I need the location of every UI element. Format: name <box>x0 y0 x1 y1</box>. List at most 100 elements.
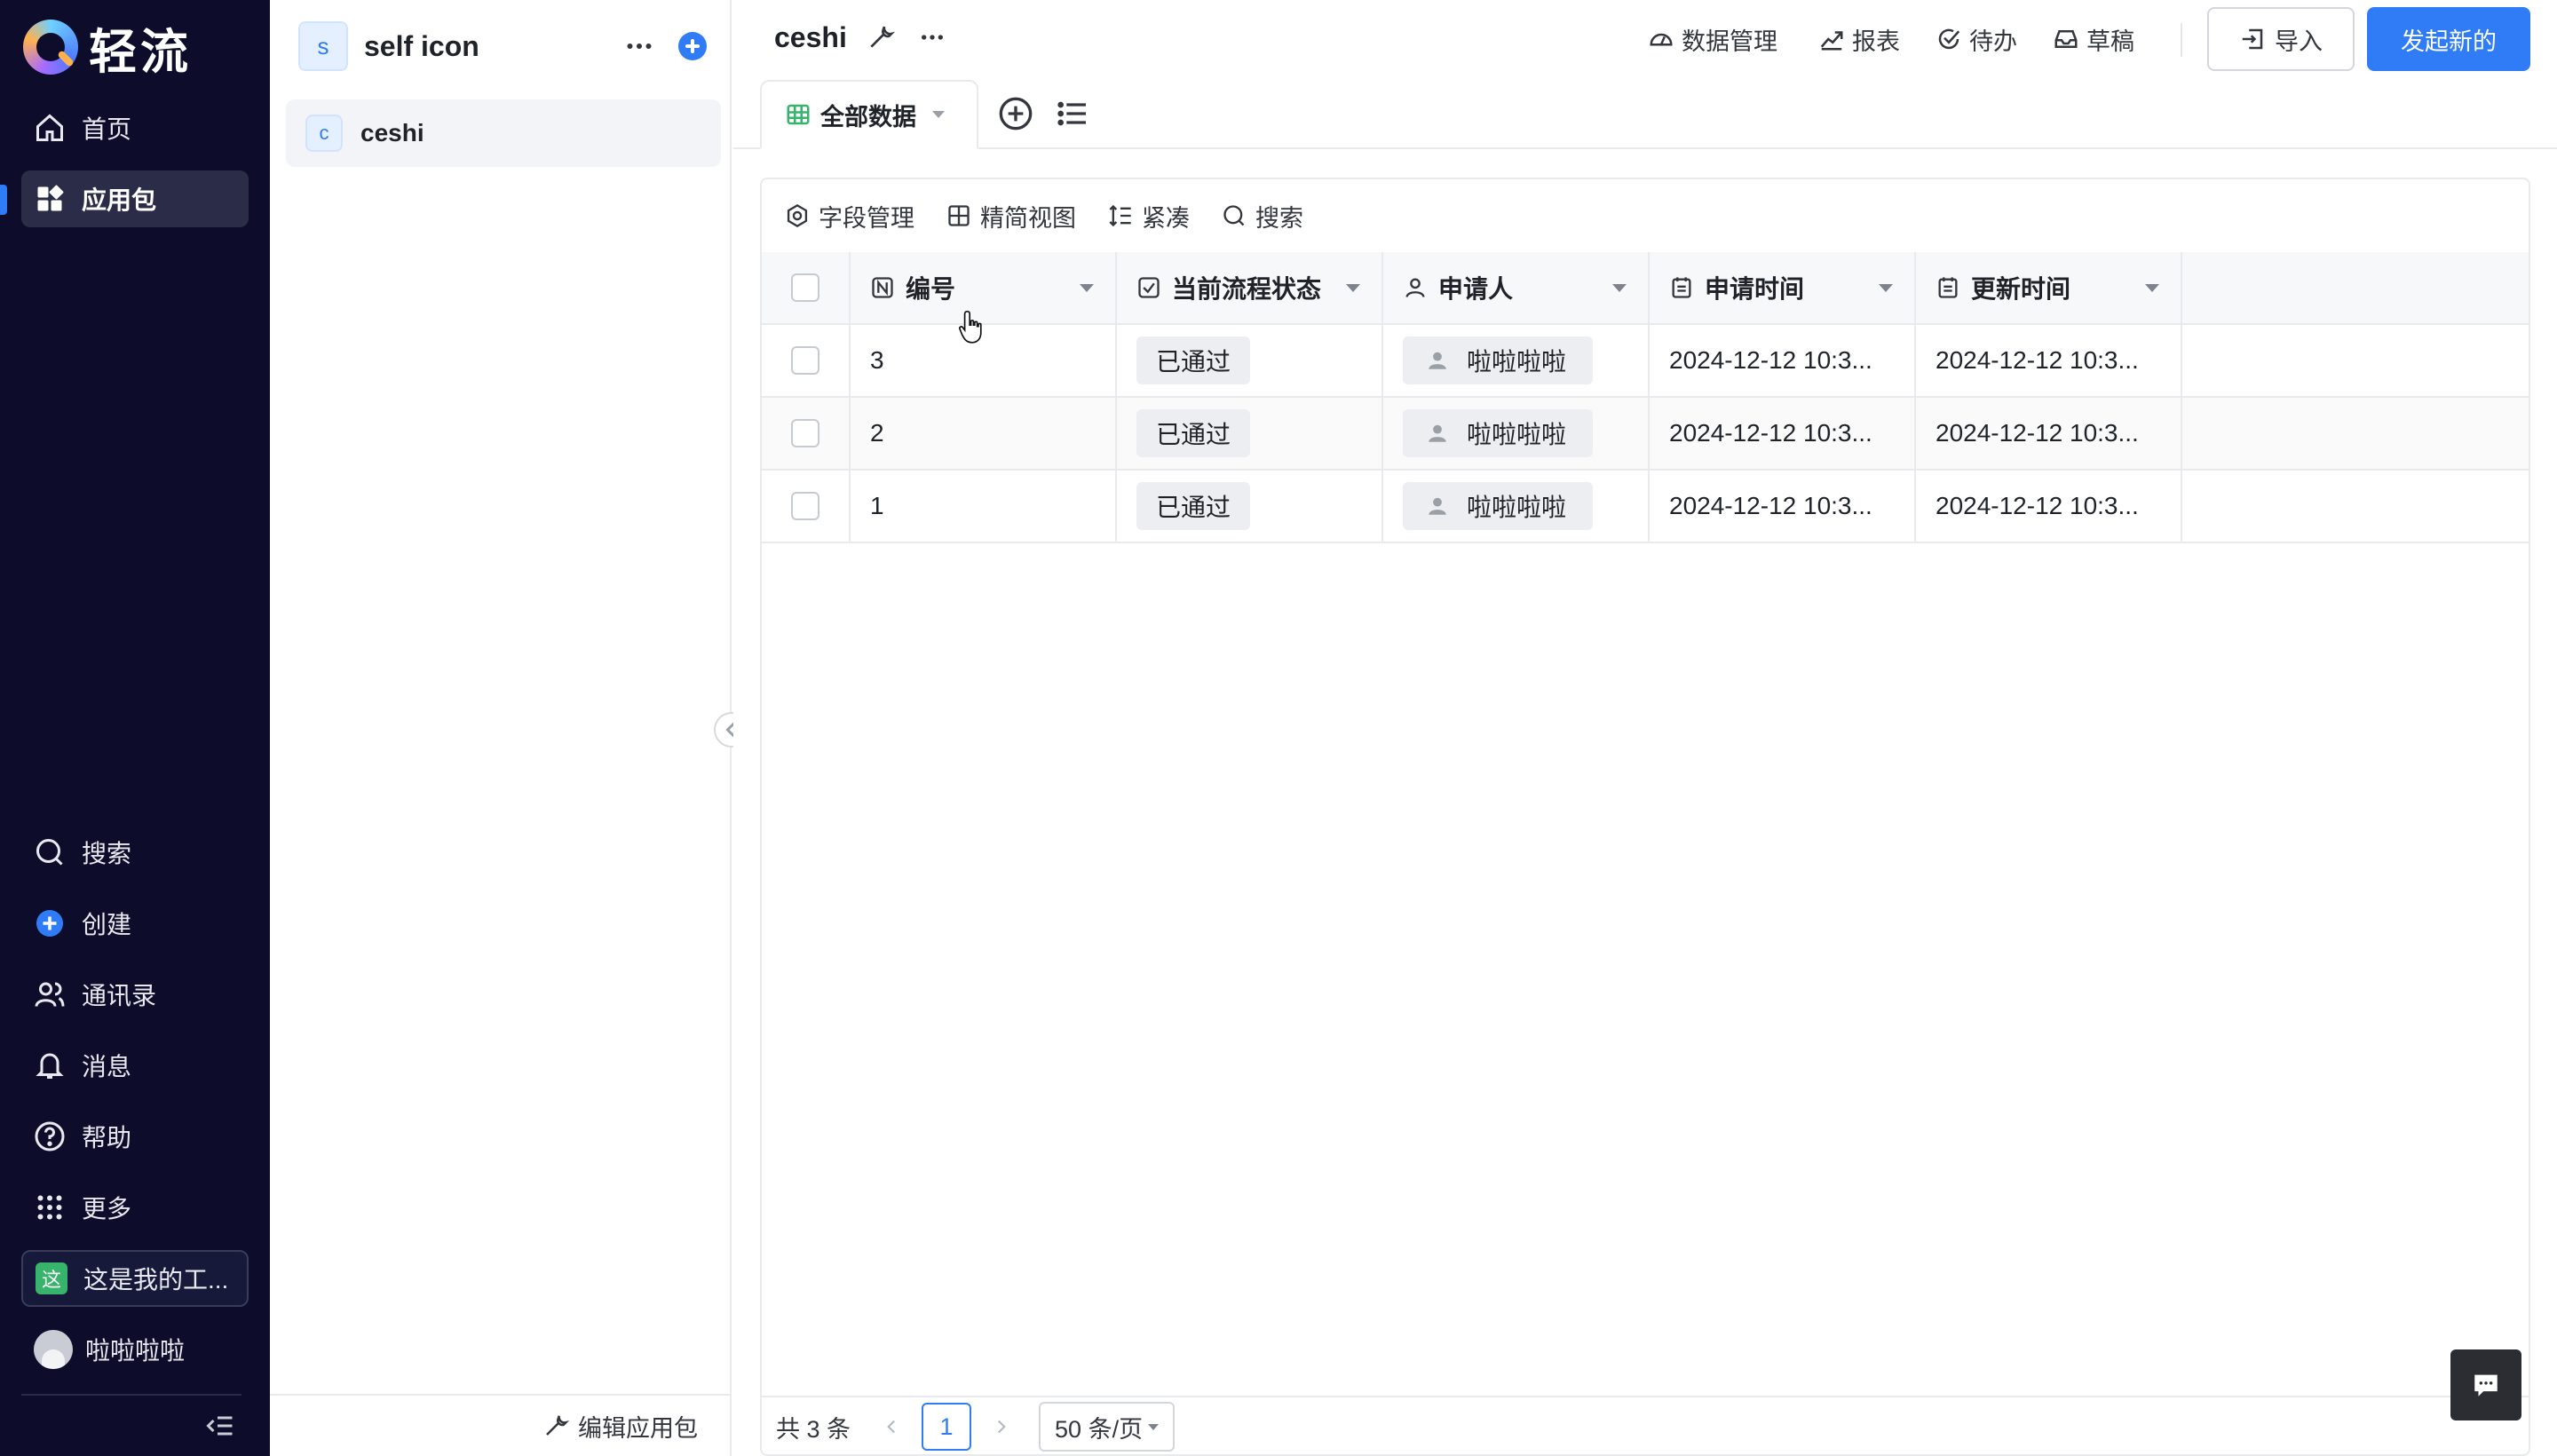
cell-applicant: 啦啦啦啦 <box>1383 398 1650 469</box>
status-badge: 已通过 <box>1136 336 1251 384</box>
chevron-down-icon[interactable] <box>1346 283 1360 292</box>
chevron-down-icon[interactable] <box>2145 283 2159 292</box>
pagination: 共 3 条 1 50 条/页 <box>762 1396 2529 1456</box>
tab-all-data[interactable]: 全部数据 <box>760 80 978 149</box>
search-icon <box>1223 205 1245 226</box>
row-select-cell <box>762 325 851 396</box>
nav-item-label: 通讯录 <box>82 982 157 1009</box>
edit-package-button[interactable]: 编辑应用包 <box>270 1394 732 1456</box>
report-link[interactable]: 报表 <box>1818 21 1900 57</box>
inbox-icon <box>2054 30 2078 48</box>
next-page-button[interactable] <box>984 1409 1019 1444</box>
add-form-button[interactable] <box>678 32 707 60</box>
tool-label: 字段管理 <box>819 204 914 232</box>
dots-grid-icon <box>37 1195 62 1220</box>
nav-item-search[interactable]: 搜索 <box>21 824 249 881</box>
applicant-tag: 啦啦啦啦 <box>1403 482 1594 530</box>
chevron-down-icon <box>932 111 945 118</box>
select-all-checkbox[interactable] <box>791 273 819 302</box>
more-icon[interactable] <box>621 30 657 62</box>
nav-item-label: 消息 <box>82 1053 132 1080</box>
avatar <box>34 1330 73 1369</box>
chevron-down-icon[interactable] <box>1879 283 1893 292</box>
user-icon <box>1429 424 1446 442</box>
divider <box>2181 23 2182 57</box>
page-size-select[interactable]: 50 条/页 <box>1039 1402 1176 1452</box>
prev-page-button[interactable] <box>874 1409 909 1444</box>
checkbox-field-icon <box>1138 277 1160 298</box>
row-checkbox[interactable] <box>791 346 819 375</box>
table-icon <box>787 104 810 125</box>
nav-item-home[interactable]: 首页 <box>21 99 249 156</box>
cell-spacer <box>2182 325 2529 396</box>
contacts-icon <box>35 982 65 1007</box>
status-badge: 已通过 <box>1136 409 1251 457</box>
more-icon[interactable] <box>914 23 950 51</box>
page-title: ceshi <box>774 21 847 53</box>
table-row[interactable]: 2 已通过 啦啦啦啦 2024-12-12 10:3... 2024-12-12… <box>762 398 2529 471</box>
column-header-applied-time[interactable]: 申请时间 <box>1650 252 1916 323</box>
workspace-switcher[interactable]: 这 这是我的工... <box>21 1250 249 1307</box>
top-link-label: 草稿 <box>2086 28 2134 55</box>
table-icon <box>948 205 970 226</box>
page-number-button[interactable]: 1 <box>922 1403 972 1451</box>
user-profile[interactable]: 啦啦啦啦 <box>21 1321 249 1378</box>
table-row[interactable]: 3 已通过 啦啦啦啦 2024-12-12 10:3... 2024-12-12… <box>762 325 2529 398</box>
bell-icon <box>36 1053 64 1079</box>
draft-link[interactable]: 草稿 <box>2053 21 2134 57</box>
form-list-item[interactable]: c ceshi <box>286 99 721 167</box>
chat-button[interactable] <box>2450 1349 2521 1420</box>
nav-item-messages[interactable]: 消息 <box>21 1037 249 1094</box>
cell-status: 已通过 <box>1117 398 1383 469</box>
nav-item-label: 更多 <box>82 1195 132 1223</box>
nav-item-label: 帮助 <box>82 1124 132 1151</box>
cell-id: 1 <box>851 471 1117 542</box>
row-density-button[interactable]: 紧凑 <box>1108 199 1190 233</box>
compact-view-button[interactable]: 精简视图 <box>946 199 1076 233</box>
import-button[interactable]: 导入 <box>2207 7 2355 71</box>
chevron-right-icon <box>998 1420 1006 1434</box>
row-checkbox[interactable] <box>791 419 819 447</box>
nav-item-create[interactable]: 创建 <box>21 895 249 952</box>
column-header-status[interactable]: 当前流程状态 <box>1117 252 1383 323</box>
table-row[interactable]: 1 已通过 啦啦啦啦 2024-12-12 10:3... 2024-12-12… <box>762 471 2529 543</box>
search-icon <box>36 839 63 866</box>
tool-label: 搜索 <box>1255 204 1303 232</box>
nav-item-label: 应用包 <box>82 186 157 214</box>
trend-icon <box>1820 31 1843 51</box>
nav-item-apps[interactable]: 应用包 <box>21 170 249 227</box>
collapse-nav-icon[interactable] <box>202 1410 238 1442</box>
list-icon[interactable] <box>1055 96 1090 131</box>
add-view-icon[interactable] <box>998 96 1033 131</box>
data-management-link[interactable]: 数据管理 <box>1648 21 1777 57</box>
field-management-button[interactable]: 字段管理 <box>785 199 914 233</box>
chevron-down-icon[interactable] <box>1612 283 1627 292</box>
todo-link[interactable]: 待办 <box>1936 21 2017 57</box>
nav-item-contacts[interactable]: 通讯录 <box>21 966 249 1023</box>
row-checkbox[interactable] <box>791 492 819 520</box>
workspace-badge: 这 <box>36 1262 67 1294</box>
page-size-value: 50 条/页 <box>1055 1415 1144 1443</box>
search-button[interactable]: 搜索 <box>1222 199 1303 233</box>
status-badge: 已通过 <box>1136 482 1251 530</box>
nav-item-more[interactable]: 更多 <box>21 1179 249 1236</box>
wrench-icon[interactable] <box>867 23 895 51</box>
row-select-cell <box>762 398 851 469</box>
workspace-label: 这是我的工... <box>83 1266 229 1294</box>
nav-item-help[interactable]: 帮助 <box>21 1108 249 1165</box>
tab-label: 全部数据 <box>820 103 916 131</box>
chevron-down-icon[interactable] <box>1080 283 1094 292</box>
data-table: 编号 当前流程状态 申请人 申请时间 更新时间 3 已通过 啦啦啦啦 2024-… <box>762 252 2529 543</box>
column-header-updated-time[interactable]: 更新时间 <box>1916 252 2182 323</box>
hand-cursor-icon <box>959 310 982 344</box>
column-header-applicant[interactable]: 申请人 <box>1383 252 1650 323</box>
row-select-cell <box>762 471 851 542</box>
column-header-spacer <box>2182 252 2529 323</box>
cell-applicant: 啦啦啦啦 <box>1383 325 1650 396</box>
brand-logo[interactable]: 轻流 <box>23 16 192 79</box>
line-height-icon <box>1109 204 1131 227</box>
cell-status: 已通过 <box>1117 471 1383 542</box>
cell-spacer <box>2182 398 2529 469</box>
column-label: 申请时间 <box>1705 275 1805 303</box>
submit-new-button[interactable]: 发起新的 <box>2367 7 2530 71</box>
